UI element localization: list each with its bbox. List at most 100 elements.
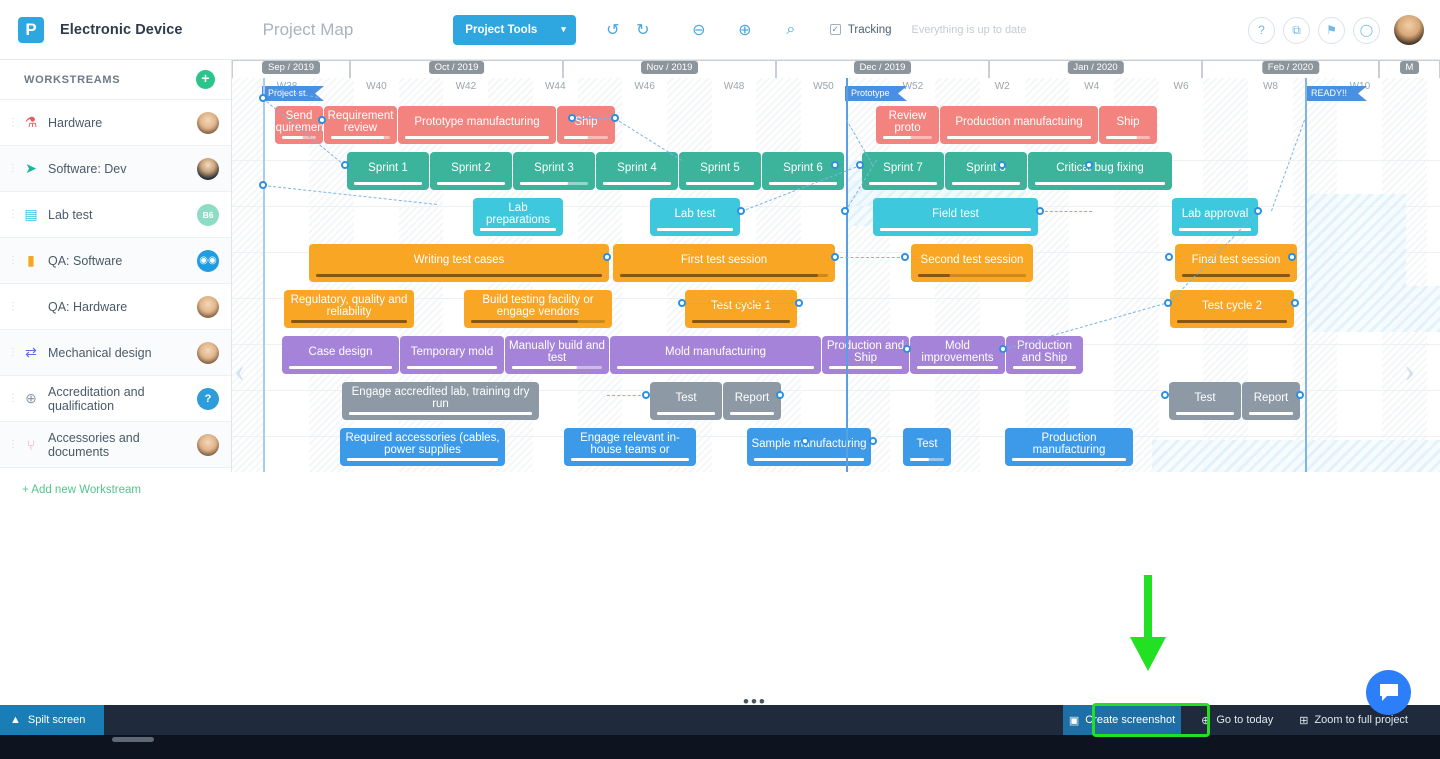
task-bar[interactable]: Build testing facility or engage vendors (464, 290, 612, 328)
dependency-dot[interactable] (568, 114, 576, 122)
dependency-dot[interactable] (611, 114, 619, 122)
task-bar[interactable]: Mold manufacturing (610, 336, 821, 374)
milestone-flag[interactable]: Prototype (845, 86, 907, 101)
dependency-dot[interactable] (1291, 299, 1299, 307)
task-bar[interactable]: Test (903, 428, 951, 466)
dependency-dot[interactable] (903, 345, 911, 353)
task-bar[interactable]: Sprint 4 (596, 152, 678, 190)
undo-button[interactable]: ↺ (598, 15, 628, 45)
split-screen-button[interactable]: ▲ Spilt screen (0, 705, 104, 735)
dependency-dot[interactable] (1161, 391, 1169, 399)
avatar[interactable] (197, 157, 219, 180)
zoom-out-button[interactable]: ⊖ (684, 15, 714, 45)
dependency-dot[interactable] (678, 299, 686, 307)
task-bar[interactable]: Sprint 7 (862, 152, 944, 190)
create-screenshot-button[interactable]: ▣ Create screenshot (1062, 705, 1182, 735)
drag-handle-icon[interactable]: ⋮ (8, 164, 18, 174)
drag-handle-icon[interactable]: ⋮ (8, 256, 18, 266)
sidebar-item-accreditation-and-qualification[interactable]: ⋮ ⊕ Accreditation and qualification? (0, 376, 231, 422)
dependency-dot[interactable] (801, 437, 809, 445)
user-avatar[interactable] (1394, 15, 1424, 45)
task-bar[interactable]: Sprint 1 (347, 152, 429, 190)
dependency-dot[interactable] (795, 299, 803, 307)
task-bar[interactable]: Case design (282, 336, 399, 374)
notifications-bell-icon[interactable]: ⚑ (1318, 16, 1345, 44)
avatar[interactable]: ? (197, 387, 219, 410)
help-icon[interactable]: ? (1248, 16, 1275, 44)
task-bar[interactable]: Sample manufacturing (747, 428, 871, 466)
dependency-dot[interactable] (318, 116, 326, 124)
gantt-timeline[interactable]: Sep / 2019 Oct / 2019 Nov / 2019 Dec / 2019… (232, 60, 1440, 472)
dependency-dot[interactable] (1254, 207, 1262, 215)
task-bar[interactable]: Production manufacturing (1005, 428, 1133, 466)
sidebar-item-mechanical-design[interactable]: ⋮ ⇄ Mechanical design (0, 330, 231, 376)
task-bar[interactable]: Production and Ship (1006, 336, 1083, 374)
task-bar[interactable]: Sprint 8 (945, 152, 1027, 190)
task-bar[interactable]: Prototype manufacturing (398, 106, 556, 144)
task-bar[interactable]: Second test session (911, 244, 1033, 282)
task-bar[interactable]: First test session (613, 244, 835, 282)
dependency-dot[interactable] (1296, 391, 1304, 399)
task-bar[interactable]: Lab test (650, 198, 740, 236)
sidebar-item-lab-test[interactable]: ⋮ ▤ Lab test B6 (0, 192, 231, 238)
task-bar[interactable]: Sprint 6 (762, 152, 844, 190)
dependency-dot[interactable] (603, 253, 611, 261)
dependency-dot[interactable] (1164, 299, 1172, 307)
tracking-toggle[interactable]: ✓ Tracking (829, 24, 892, 36)
task-bar[interactable]: Critical bug fixing (1028, 152, 1172, 190)
invite-user-icon[interactable]: ⧉ (1283, 16, 1310, 44)
dependency-dot[interactable] (642, 391, 650, 399)
task-bar[interactable]: Requirement review (324, 106, 397, 144)
task-bar[interactable]: Test cycle 2 (1170, 290, 1294, 328)
drag-handle-icon[interactable]: ⋮ (8, 118, 18, 128)
task-bar[interactable]: Production manufactuing (940, 106, 1098, 144)
task-bar[interactable]: Temporary mold (400, 336, 504, 374)
dependency-dot[interactable] (259, 94, 267, 102)
task-bar[interactable]: Production and Ship (822, 336, 909, 374)
search-icon[interactable]: ⌕ (776, 15, 806, 45)
avatar[interactable]: ◉◉ (197, 249, 219, 272)
dependency-dot[interactable] (737, 207, 745, 215)
dependency-dot[interactable] (341, 161, 349, 169)
avatar[interactable]: B6 (197, 203, 219, 226)
project-tools-button[interactable]: Project Tools ▾ (453, 14, 576, 45)
dependency-dot[interactable] (856, 161, 864, 169)
go-to-today-button[interactable]: ⊕ Go to today (1195, 705, 1279, 735)
dependency-dot[interactable] (999, 345, 1007, 353)
sidebar-item-qa-software[interactable]: ⋮ ▮ QA: Software ◉◉ (0, 238, 231, 284)
horizontal-scrollbar[interactable] (112, 737, 154, 742)
task-bar[interactable]: Engage accredited lab, training dry run (342, 382, 539, 420)
sidebar-item-software-dev[interactable]: ⋮ ➤ Software: Dev (0, 146, 231, 192)
sidebar-item-hardware[interactable]: ⋮ ⚗ Hardware (0, 100, 231, 146)
task-bar[interactable]: Lab preparations (473, 198, 563, 236)
task-bar[interactable]: Required accessories (cables, power supp… (340, 428, 505, 466)
drag-handle-icon[interactable]: ⋮ (8, 210, 18, 220)
task-bar[interactable]: Ship (557, 106, 615, 144)
task-bar[interactable]: Report (723, 382, 781, 420)
task-bar[interactable]: Writing test cases (309, 244, 609, 282)
dependency-dot[interactable] (998, 161, 1006, 169)
task-bar[interactable]: Sprint 3 (513, 152, 595, 190)
dependency-dot[interactable] (831, 253, 839, 261)
sidebar-item-accessories-and-documents[interactable]: ⋮ ⑂ Accessories and documents (0, 422, 231, 468)
dependency-dot[interactable] (776, 391, 784, 399)
task-bar[interactable]: Sprint 5 (679, 152, 761, 190)
dependency-dot[interactable] (1165, 253, 1173, 261)
task-bar[interactable]: Review proto (876, 106, 939, 144)
milestone-flag[interactable]: READY!! (1305, 86, 1367, 101)
redo-button[interactable]: ↻ (628, 15, 658, 45)
task-bar[interactable]: Regulatory, quality and reliability (284, 290, 414, 328)
drag-handle-icon[interactable]: ⋮ (8, 440, 18, 450)
avatar[interactable] (197, 295, 219, 318)
support-chat-button[interactable] (1366, 670, 1411, 715)
avatar[interactable] (197, 111, 219, 134)
dependency-dot[interactable] (869, 437, 877, 445)
sidebar-item-qa-hardware[interactable]: ⋮ QA: Hardware (0, 284, 231, 330)
avatar[interactable] (197, 341, 219, 364)
dependency-dot[interactable] (259, 181, 267, 189)
dependency-dot[interactable] (1288, 253, 1296, 261)
dependency-dot[interactable] (1036, 207, 1044, 215)
add-workstream-icon[interactable]: + (196, 70, 215, 89)
task-bar[interactable]: Field test (873, 198, 1038, 236)
dependency-dot[interactable] (1085, 161, 1093, 169)
